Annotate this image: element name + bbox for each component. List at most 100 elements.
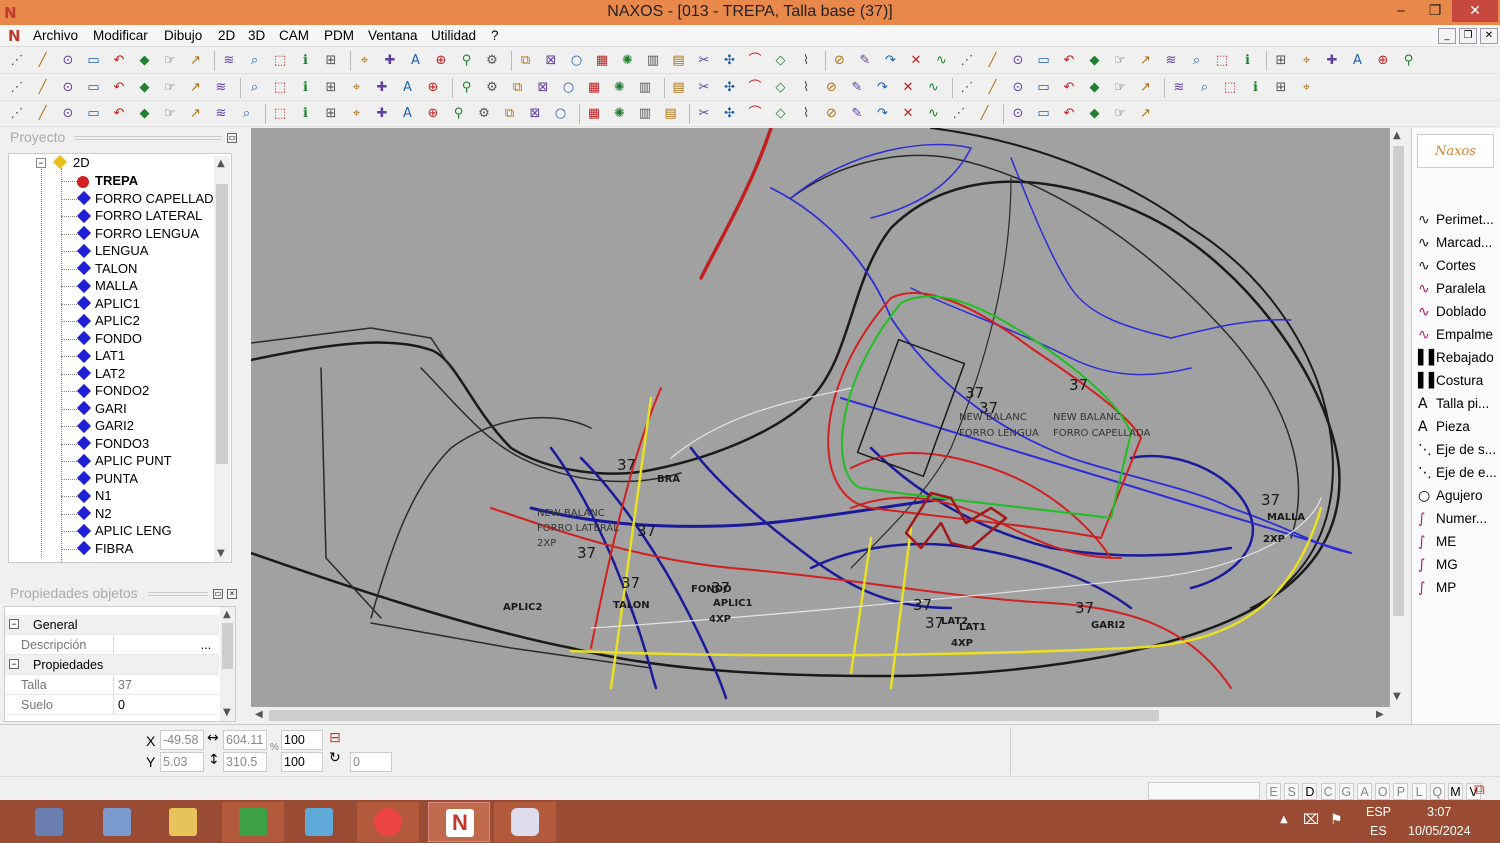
menu-help[interactable]: ? [491, 28, 499, 43]
y-coordinate-field[interactable]: 5.03 [160, 752, 204, 772]
toolbar-tool-icon[interactable]: ⊕ [1374, 52, 1392, 70]
scale-lock-icon[interactable]: ⊟ [329, 730, 341, 746]
toolbar-tool-icon[interactable]: ▦ [585, 105, 603, 123]
toolbar-tool-icon[interactable]: ⌖ [1298, 79, 1316, 97]
tool-me[interactable]: ∫ ME [1418, 531, 1456, 553]
scale-y-field[interactable]: 100 [281, 752, 323, 772]
menu-pdm[interactable]: PDM [324, 28, 354, 43]
toolbar-tool-icon[interactable]: ▭ [1035, 105, 1053, 123]
toolbar-tool-icon[interactable]: ↗ [187, 105, 205, 123]
menu-archivo[interactable]: Archivo [33, 28, 78, 43]
toolbar-tool-icon[interactable]: ✣ [721, 105, 739, 123]
toolbar-tool-icon[interactable]: ⋰ [8, 105, 26, 123]
mode-key-e[interactable]: E [1266, 783, 1281, 800]
toolbar-tool-icon[interactable]: ⌖ [348, 105, 366, 123]
toolbar-tool-icon[interactable]: ✺ [611, 105, 629, 123]
taskbar-explorer-app[interactable] [86, 802, 148, 842]
suelo-value[interactable]: 0 [113, 695, 217, 714]
taskbar-usb-app[interactable] [494, 802, 556, 842]
restore-button[interactable]: ❐ [1418, 0, 1452, 22]
toolbar-tool-icon[interactable]: ▭ [85, 79, 103, 97]
toolbar-tool-icon[interactable]: ◇ [772, 105, 790, 123]
toolbar-tool-icon[interactable]: ↷ [874, 105, 892, 123]
tree-item-lat1[interactable]: LAT1 [95, 347, 125, 364]
tree-item-aplic-punt[interactable]: APLIC PUNT [95, 452, 172, 469]
canvas-vertical-scrollbar[interactable]: ▲ ▼ [1390, 128, 1407, 707]
keyboard-layout[interactable]: ES [1370, 824, 1387, 838]
toolbar-tool-icon[interactable]: ⌇ [797, 52, 815, 70]
toolbar-tool-icon[interactable]: ⌕ [246, 52, 264, 70]
toolbar-tool-icon[interactable]: ◆ [1086, 52, 1104, 70]
toolbar-tool-icon[interactable]: ✣ [721, 79, 739, 97]
menu-modificar[interactable]: Modificar [93, 28, 148, 43]
toolbar-tool-icon[interactable]: ▥ [636, 79, 654, 97]
toolbar-tool-icon[interactable]: ◆ [136, 105, 154, 123]
tree-item-fondo3[interactable]: FONDO3 [95, 435, 149, 452]
toolbar-tool-icon[interactable]: ◆ [1086, 105, 1104, 123]
mode-key-a[interactable]: A [1357, 783, 1372, 800]
toolbar-tool-icon[interactable]: ℹ [297, 105, 315, 123]
toolbar-tool-icon[interactable]: ✚ [1323, 52, 1341, 70]
tray-expand-icon[interactable]: ▲ [1280, 814, 1288, 825]
mdi-close-button[interactable]: ✕ [1480, 28, 1498, 44]
tree-item-forro-lateral[interactable]: FORRO LATERAL [95, 207, 202, 224]
toolbar-tool-icon[interactable]: ✕ [899, 79, 917, 97]
toolbar-tool-icon[interactable]: ▭ [1035, 79, 1053, 97]
toolbar-tool-icon[interactable]: ⊙ [1009, 105, 1027, 123]
x-coordinate-field[interactable]: -49.58 [160, 730, 204, 750]
tree-item-aplic1[interactable]: APLIC1 [95, 295, 140, 312]
category-general[interactable]: − General [5, 615, 219, 635]
canvas-horizontal-scrollbar[interactable]: ◀ ▶ [251, 707, 1390, 724]
toolbar-tool-icon[interactable]: ◆ [136, 79, 154, 97]
toolbar-tool-icon[interactable]: ⊕ [424, 105, 442, 123]
tool-perimet[interactable]: ∿ Perimet... [1418, 209, 1494, 231]
vertical-scroll-thumb[interactable] [1393, 146, 1404, 616]
tree-item-fondo[interactable]: FONDO [95, 330, 142, 347]
tool-marcad[interactable]: ∿ Marcad... [1418, 232, 1492, 254]
toolbar-tool-icon[interactable]: ⌖ [1298, 52, 1316, 70]
toolbar-tool-icon[interactable]: ⌕ [1196, 79, 1214, 97]
mode-key-d[interactable]: D [1302, 783, 1318, 800]
toolbar-tool-icon[interactable]: ≋ [212, 79, 230, 97]
toolbar-tool-icon[interactable]: ✎ [848, 105, 866, 123]
tool-empalme[interactable]: ∿ Empalme [1418, 324, 1493, 346]
toolbar-tool-icon[interactable]: ⌖ [356, 52, 374, 70]
tree-item-punta[interactable]: PUNTA [95, 470, 138, 487]
language-code[interactable]: ESP [1366, 805, 1391, 819]
property-suelo[interactable]: Suelo 0 [5, 695, 219, 715]
toolbar-tool-icon[interactable]: ▥ [644, 52, 662, 70]
toolbar-tool-icon[interactable]: ◆ [1086, 79, 1104, 97]
toolbar-tool-icon[interactable]: ≋ [1170, 79, 1188, 97]
toolbar-tool-icon[interactable]: ☞ [161, 105, 179, 123]
mode-key-s[interactable]: S [1284, 783, 1300, 800]
toolbar-tool-icon[interactable]: ↗ [1137, 52, 1155, 70]
toolbar-tool-icon[interactable]: ▦ [585, 79, 603, 97]
toolbar-tool-icon[interactable]: A [399, 105, 417, 123]
toolbar-tool-icon[interactable]: ○ [560, 79, 578, 97]
horizontal-scroll-thumb[interactable] [269, 710, 1159, 721]
toolbar-tool-icon[interactable]: ⊞ [1272, 79, 1290, 97]
mode-key-c[interactable]: C [1320, 783, 1336, 800]
toolbar-tool-icon[interactable]: ↶ [110, 105, 128, 123]
link-icon[interactable]: ⧉ [1474, 780, 1485, 798]
collapse-toggle[interactable]: − [9, 659, 19, 669]
toolbar-tool-icon[interactable]: ◇ [772, 79, 790, 97]
property-scrollbar[interactable]: ▲ ▼ [220, 607, 235, 721]
toolbar-tool-icon[interactable]: ⊕ [424, 79, 442, 97]
ellipsis-button[interactable]: ... [197, 635, 215, 655]
toolbar-tool-icon[interactable]: ☞ [1111, 105, 1129, 123]
toolbar-tool-icon[interactable]: ⬚ [1221, 79, 1239, 97]
width-field[interactable]: 604.11 [223, 730, 267, 750]
toolbar-tool-icon[interactable]: ⊠ [534, 79, 552, 97]
toolbar-tool-icon[interactable]: ⌇ [797, 105, 815, 123]
tree-item-trepa[interactable]: TREPA [95, 172, 138, 189]
mode-key-l[interactable]: L [1411, 783, 1427, 800]
menu-3d[interactable]: 3D [248, 28, 265, 43]
toolbar-tool-icon[interactable]: ☞ [161, 79, 179, 97]
taskbar-chrome[interactable] [357, 802, 419, 842]
toolbar-tool-icon[interactable]: ⊘ [823, 79, 841, 97]
toolbar-tool-icon[interactable]: ✣ [721, 52, 739, 70]
tool-talla-pi[interactable]: A Talla pi... [1418, 393, 1489, 415]
toolbar-tool-icon[interactable]: ✺ [619, 52, 637, 70]
mode-key-m[interactable]: M [1448, 783, 1463, 800]
